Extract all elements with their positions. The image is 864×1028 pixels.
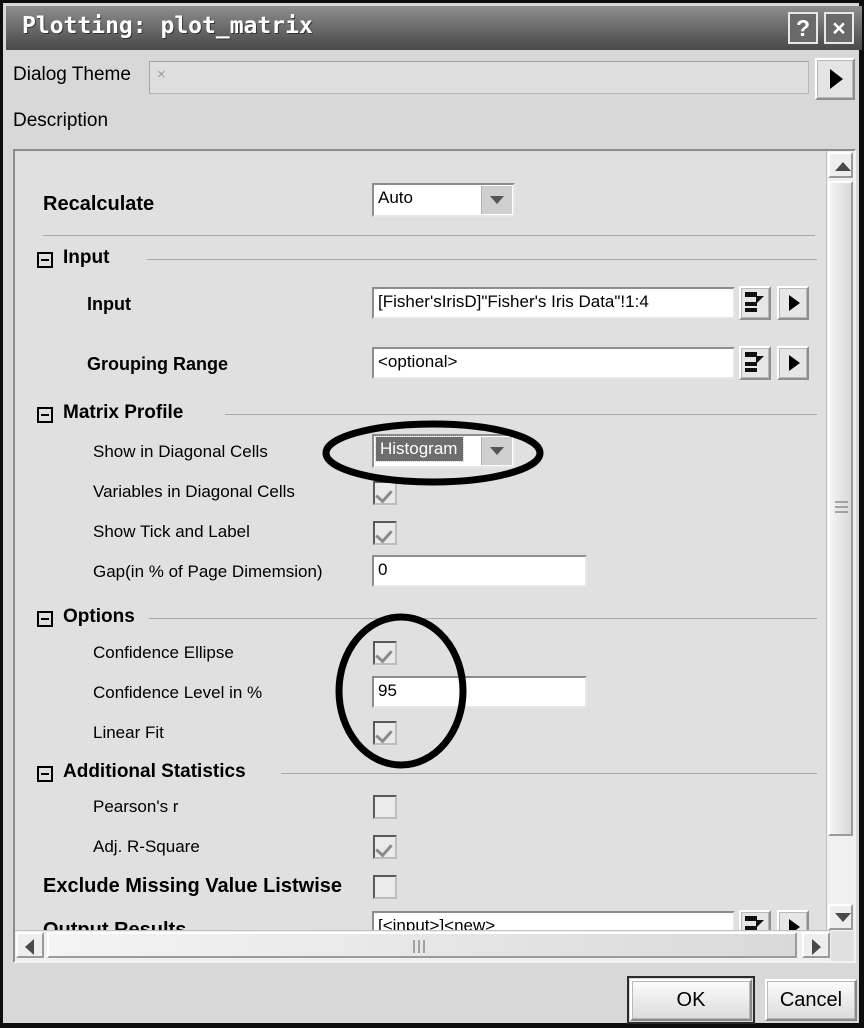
confidence-level-field[interactable]: 95 xyxy=(372,676,587,708)
settings-panel-content: Recalculate Auto Input Input [Fisher'sIr… xyxy=(15,151,831,931)
scroll-left-button[interactable] xyxy=(16,932,44,958)
chevron-down-icon xyxy=(835,913,851,922)
adj-r-square-checkbox[interactable] xyxy=(373,835,397,859)
recalculate-value: Auto xyxy=(378,188,413,207)
settings-panel: Recalculate Auto Input Input [Fisher'sIr… xyxy=(13,149,856,963)
section-rule xyxy=(281,773,817,774)
chevron-left-icon xyxy=(25,939,34,955)
section-matrix-profile[interactable]: Matrix Profile xyxy=(37,402,817,426)
pearsons-r-label: Pearson's r xyxy=(93,797,179,816)
output-results-menu-button[interactable] xyxy=(777,910,809,931)
output-results-field[interactable]: [<input>]<new> xyxy=(372,911,735,931)
horizontal-scrollbar[interactable] xyxy=(15,930,831,961)
chevron-down-icon xyxy=(490,447,504,455)
dialog-theme-value: × xyxy=(157,66,166,83)
grouping-range-menu-button[interactable] xyxy=(777,346,809,380)
show-in-diagonal-cells-label: Show in Diagonal Cells xyxy=(93,442,268,461)
scroll-right-button[interactable] xyxy=(802,932,830,958)
show-in-diagonal-cells-combo-button[interactable] xyxy=(481,437,512,465)
cancel-button[interactable]: Cancel xyxy=(765,979,857,1021)
chevron-down-icon xyxy=(490,196,504,204)
help-button[interactable]: ? xyxy=(788,12,818,44)
dialog-theme-menu-button[interactable] xyxy=(815,58,855,100)
section-rule xyxy=(147,259,817,260)
linear-fit-label: Linear Fit xyxy=(93,723,164,742)
show-tick-and-label-label: Show Tick and Label xyxy=(93,522,250,541)
section-title: Additional Statistics xyxy=(63,761,246,782)
collapse-icon[interactable] xyxy=(37,407,53,423)
section-input[interactable]: Input xyxy=(37,247,817,271)
input-label: Input xyxy=(87,294,131,314)
collapse-icon[interactable] xyxy=(37,611,53,627)
vertical-scrollbar[interactable] xyxy=(826,151,854,931)
range-select-icon xyxy=(745,916,765,931)
vertical-scroll-thumb[interactable] xyxy=(828,181,853,836)
triangle-right-icon xyxy=(830,69,843,89)
variables-in-diagonal-cells-checkbox[interactable] xyxy=(373,481,397,505)
scroll-down-button[interactable] xyxy=(828,904,853,930)
triangle-right-icon xyxy=(789,295,800,311)
show-in-diagonal-cells-combo[interactable]: Histogram xyxy=(372,434,515,468)
pearsons-r-checkbox[interactable] xyxy=(373,795,397,819)
recalculate-combo[interactable]: Auto xyxy=(372,183,515,217)
recalculate-label: Recalculate xyxy=(43,193,155,215)
window-title: Plotting: plot_matrix xyxy=(22,13,313,39)
horizontal-scroll-thumb[interactable] xyxy=(47,932,797,958)
scroll-grip-icon xyxy=(835,501,848,516)
input-field[interactable]: [Fisher'sIrisD]"Fisher's Iris Data"!1:4 xyxy=(372,287,735,319)
range-select-icon xyxy=(745,292,765,314)
exclude-missing-checkbox[interactable] xyxy=(373,875,397,899)
grouping-range-field[interactable]: <optional> xyxy=(372,347,735,379)
collapse-icon[interactable] xyxy=(37,766,53,782)
scroll-grip-icon xyxy=(413,940,428,958)
output-results-range-picker-button[interactable] xyxy=(739,910,771,931)
exclude-missing-label: Exclude Missing Value Listwise xyxy=(43,875,342,897)
gap-label: Gap(in % of Page Dimemsion) xyxy=(93,562,323,581)
section-options[interactable]: Options xyxy=(37,606,817,630)
grouping-range-picker-button[interactable] xyxy=(739,346,771,380)
gap-field[interactable]: 0 xyxy=(372,555,587,587)
close-button[interactable]: × xyxy=(824,12,854,44)
range-select-icon xyxy=(745,352,765,374)
dialog-theme-label: Dialog Theme xyxy=(13,64,131,85)
section-title: Matrix Profile xyxy=(63,402,184,423)
section-rule xyxy=(149,618,817,619)
input-range-picker-button[interactable] xyxy=(739,286,771,320)
input-menu-button[interactable] xyxy=(777,286,809,320)
scroll-up-button[interactable] xyxy=(828,152,853,178)
variables-in-diagonal-cells-label: Variables in Diagonal Cells xyxy=(93,482,295,501)
title-bar: Plotting: plot_matrix ? × xyxy=(6,6,862,50)
section-additional-statistics[interactable]: Additional Statistics xyxy=(37,761,817,785)
adj-r-square-label: Adj. R-Square xyxy=(93,837,200,856)
confidence-ellipse-label: Confidence Ellipse xyxy=(93,643,234,662)
linear-fit-checkbox[interactable] xyxy=(373,721,397,745)
section-rule xyxy=(225,414,817,415)
chevron-up-icon xyxy=(835,162,851,171)
collapse-icon[interactable] xyxy=(37,252,53,268)
confidence-ellipse-checkbox[interactable] xyxy=(373,641,397,665)
chevron-right-icon xyxy=(812,939,821,955)
triangle-right-icon xyxy=(789,355,800,371)
confidence-level-label: Confidence Level in % xyxy=(93,683,263,702)
divider xyxy=(43,235,815,236)
description-label: Description xyxy=(13,110,109,131)
show-in-diagonal-cells-value: Histogram xyxy=(374,436,465,462)
recalculate-combo-button[interactable] xyxy=(481,186,512,214)
grouping-range-label: Grouping Range xyxy=(87,354,228,374)
section-title: Options xyxy=(63,606,135,627)
ok-button[interactable]: OK xyxy=(627,976,755,1024)
show-tick-and-label-checkbox[interactable] xyxy=(373,521,397,545)
dialog-theme-input[interactable]: × xyxy=(149,61,809,94)
plotting-dialog-window: Plotting: plot_matrix ? × Dialog Theme ×… xyxy=(0,0,864,1028)
section-title: Input xyxy=(63,247,110,268)
